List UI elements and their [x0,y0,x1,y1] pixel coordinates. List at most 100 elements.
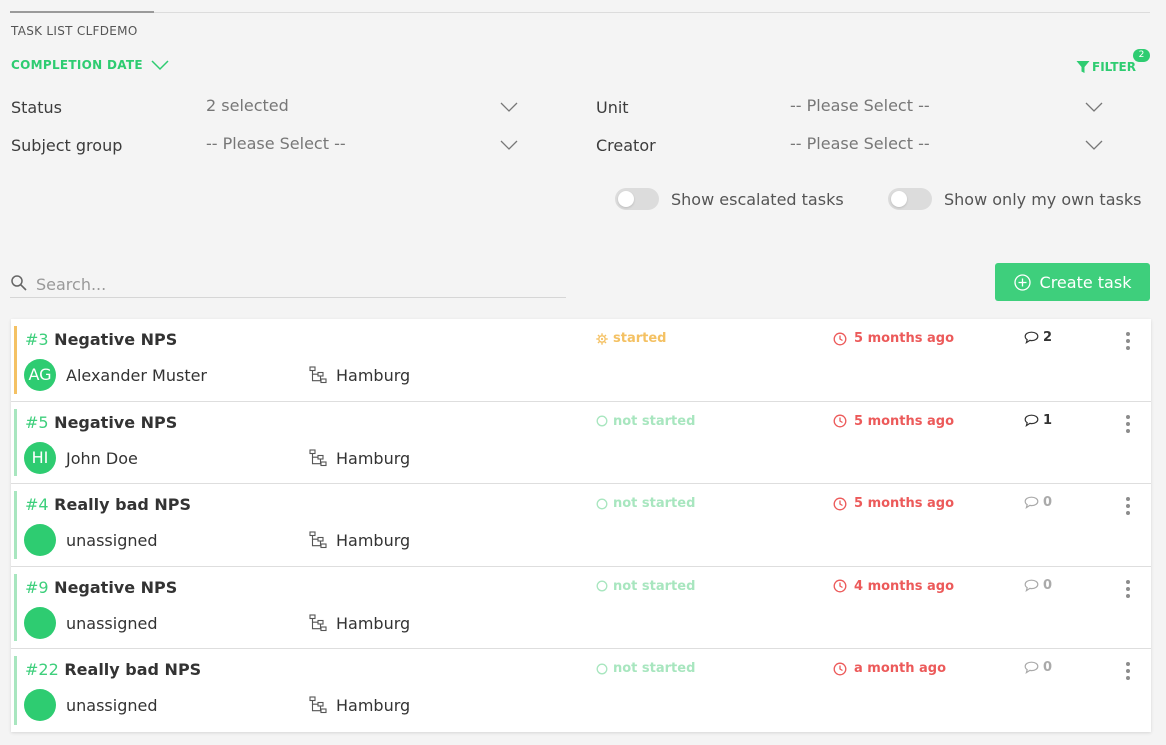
own-tasks-toggle[interactable] [888,188,932,210]
unit-name: Hamburg [336,696,411,716]
task-id: #5 [25,412,49,432]
clock-icon [833,332,847,345]
task-row[interactable]: #3 Negative NPS AG Alexander Muster Hamburg… [11,319,1151,402]
circle-outline-icon [596,663,608,675]
avatar [24,689,56,722]
comment-count[interactable]: 0 [1024,660,1052,675]
dot [1126,662,1130,667]
gear-icon [596,332,608,345]
status-badge: not started [596,414,695,429]
chevron-down-icon[interactable] [1085,139,1103,151]
status-filter-select[interactable]: 2 selected [206,96,289,115]
assignee-name: unassigned [66,696,158,716]
dot [1126,593,1130,598]
sort-dropdown[interactable]: COMPLETION DATE [11,58,169,72]
avatar: AG [24,359,56,391]
status-badge: not started [596,496,695,511]
dot [1126,421,1130,426]
own-tasks-toggle-label: Show only my own tasks [944,190,1142,209]
due-label: 5 months ago [854,331,955,346]
creator-filter-select[interactable]: -- Please Select -- [790,134,930,153]
task-id: #4 [25,495,49,515]
task-row[interactable]: #22 Really bad NPS unassigned Hamburg not s… [11,649,1151,732]
due-date: 5 months ago [833,496,954,511]
toggle-knob [891,191,907,207]
comment-count-label: 0 [1043,660,1053,676]
more-options-button[interactable] [1119,494,1137,518]
comment-count[interactable]: 0 [1024,495,1052,510]
title-underline [10,11,154,13]
status-label: started [613,331,667,346]
task-title[interactable]: #5 Negative NPS [25,413,177,432]
search-input[interactable] [36,273,556,295]
chevron-down-icon[interactable] [1085,101,1103,113]
status-badge: not started [596,579,695,594]
dot [1126,504,1130,509]
task-title[interactable]: #4 Really bad NPS [25,495,191,514]
chevron-down-icon[interactable] [500,139,518,151]
escalated-toggle[interactable] [615,188,659,210]
header-divider [10,12,1150,13]
comment-count[interactable]: 0 [1024,578,1052,593]
comment-icon [1024,661,1039,675]
status-filter-label: Status [11,98,62,117]
due-label: a month ago [854,661,947,677]
task-row[interactable]: #4 Really bad NPS unassigned Hamburg not st… [11,484,1151,567]
create-task-label: Create task [1039,272,1132,292]
comment-count[interactable]: 1 [1024,413,1052,428]
task-name: Negative NPS [54,577,178,597]
more-options-button[interactable] [1119,329,1137,353]
more-options-button[interactable] [1119,577,1137,601]
task-name: Negative NPS [54,330,178,349]
dot [1126,676,1130,681]
task-title[interactable]: #22 Really bad NPS [25,660,201,679]
due-label: 5 months ago [854,496,955,512]
more-options-button[interactable] [1119,659,1137,683]
unit-name: Hamburg [336,613,411,633]
dot [1126,346,1130,350]
dot [1126,511,1130,516]
subject-group-filter-select[interactable]: -- Please Select -- [206,134,346,153]
task-id: #3 [25,330,49,349]
unit-name: Hamburg [336,366,411,385]
search-bar [10,272,566,298]
dot [1126,332,1130,336]
due-date: 4 months ago [833,579,954,594]
unit-filter-label: Unit [596,98,629,117]
task-title[interactable]: #9 Negative NPS [25,578,177,597]
status-label: not started [613,413,696,429]
task-name: Really bad NPS [64,660,202,680]
status-badge: not started [596,661,695,676]
status-accent-bar [14,408,17,477]
org-tree-icon [309,614,327,631]
task-name: Really bad NPS [54,495,192,515]
status-label: not started [613,496,696,512]
avatar [24,606,56,639]
due-date: a month ago [833,661,946,676]
comment-count[interactable]: 2 [1024,330,1052,345]
assignee-name: unassigned [66,613,158,633]
create-task-button[interactable]: Create task [995,263,1150,301]
status-accent-bar [14,656,17,725]
search-icon [11,275,27,291]
due-date: 5 months ago [833,331,954,346]
task-title[interactable]: #3 Negative NPS [25,330,177,349]
more-options-button[interactable] [1119,412,1137,436]
chevron-down-icon[interactable] [500,101,518,113]
unit-filter-select[interactable]: -- Please Select -- [790,96,930,115]
circle-outline-icon [596,580,608,592]
dot [1126,497,1130,502]
plus-circle-icon [1013,273,1031,291]
task-list: #3 Negative NPS AG Alexander Muster Hamburg… [11,319,1151,732]
task-row[interactable]: #9 Negative NPS unassigned Hamburg not star… [11,567,1151,650]
comment-icon [1024,331,1039,344]
avatar [24,524,56,557]
funnel-icon [1076,61,1090,73]
comment-icon [1024,496,1039,510]
status-accent-bar [14,326,17,394]
filter-button[interactable]: FILTER [1076,60,1136,74]
task-row[interactable]: #5 Negative NPS HI John Doe Hamburg not star… [11,402,1151,485]
due-date: 5 months ago [833,414,954,429]
org-tree-icon [309,449,327,466]
circle-outline-icon [596,498,608,510]
